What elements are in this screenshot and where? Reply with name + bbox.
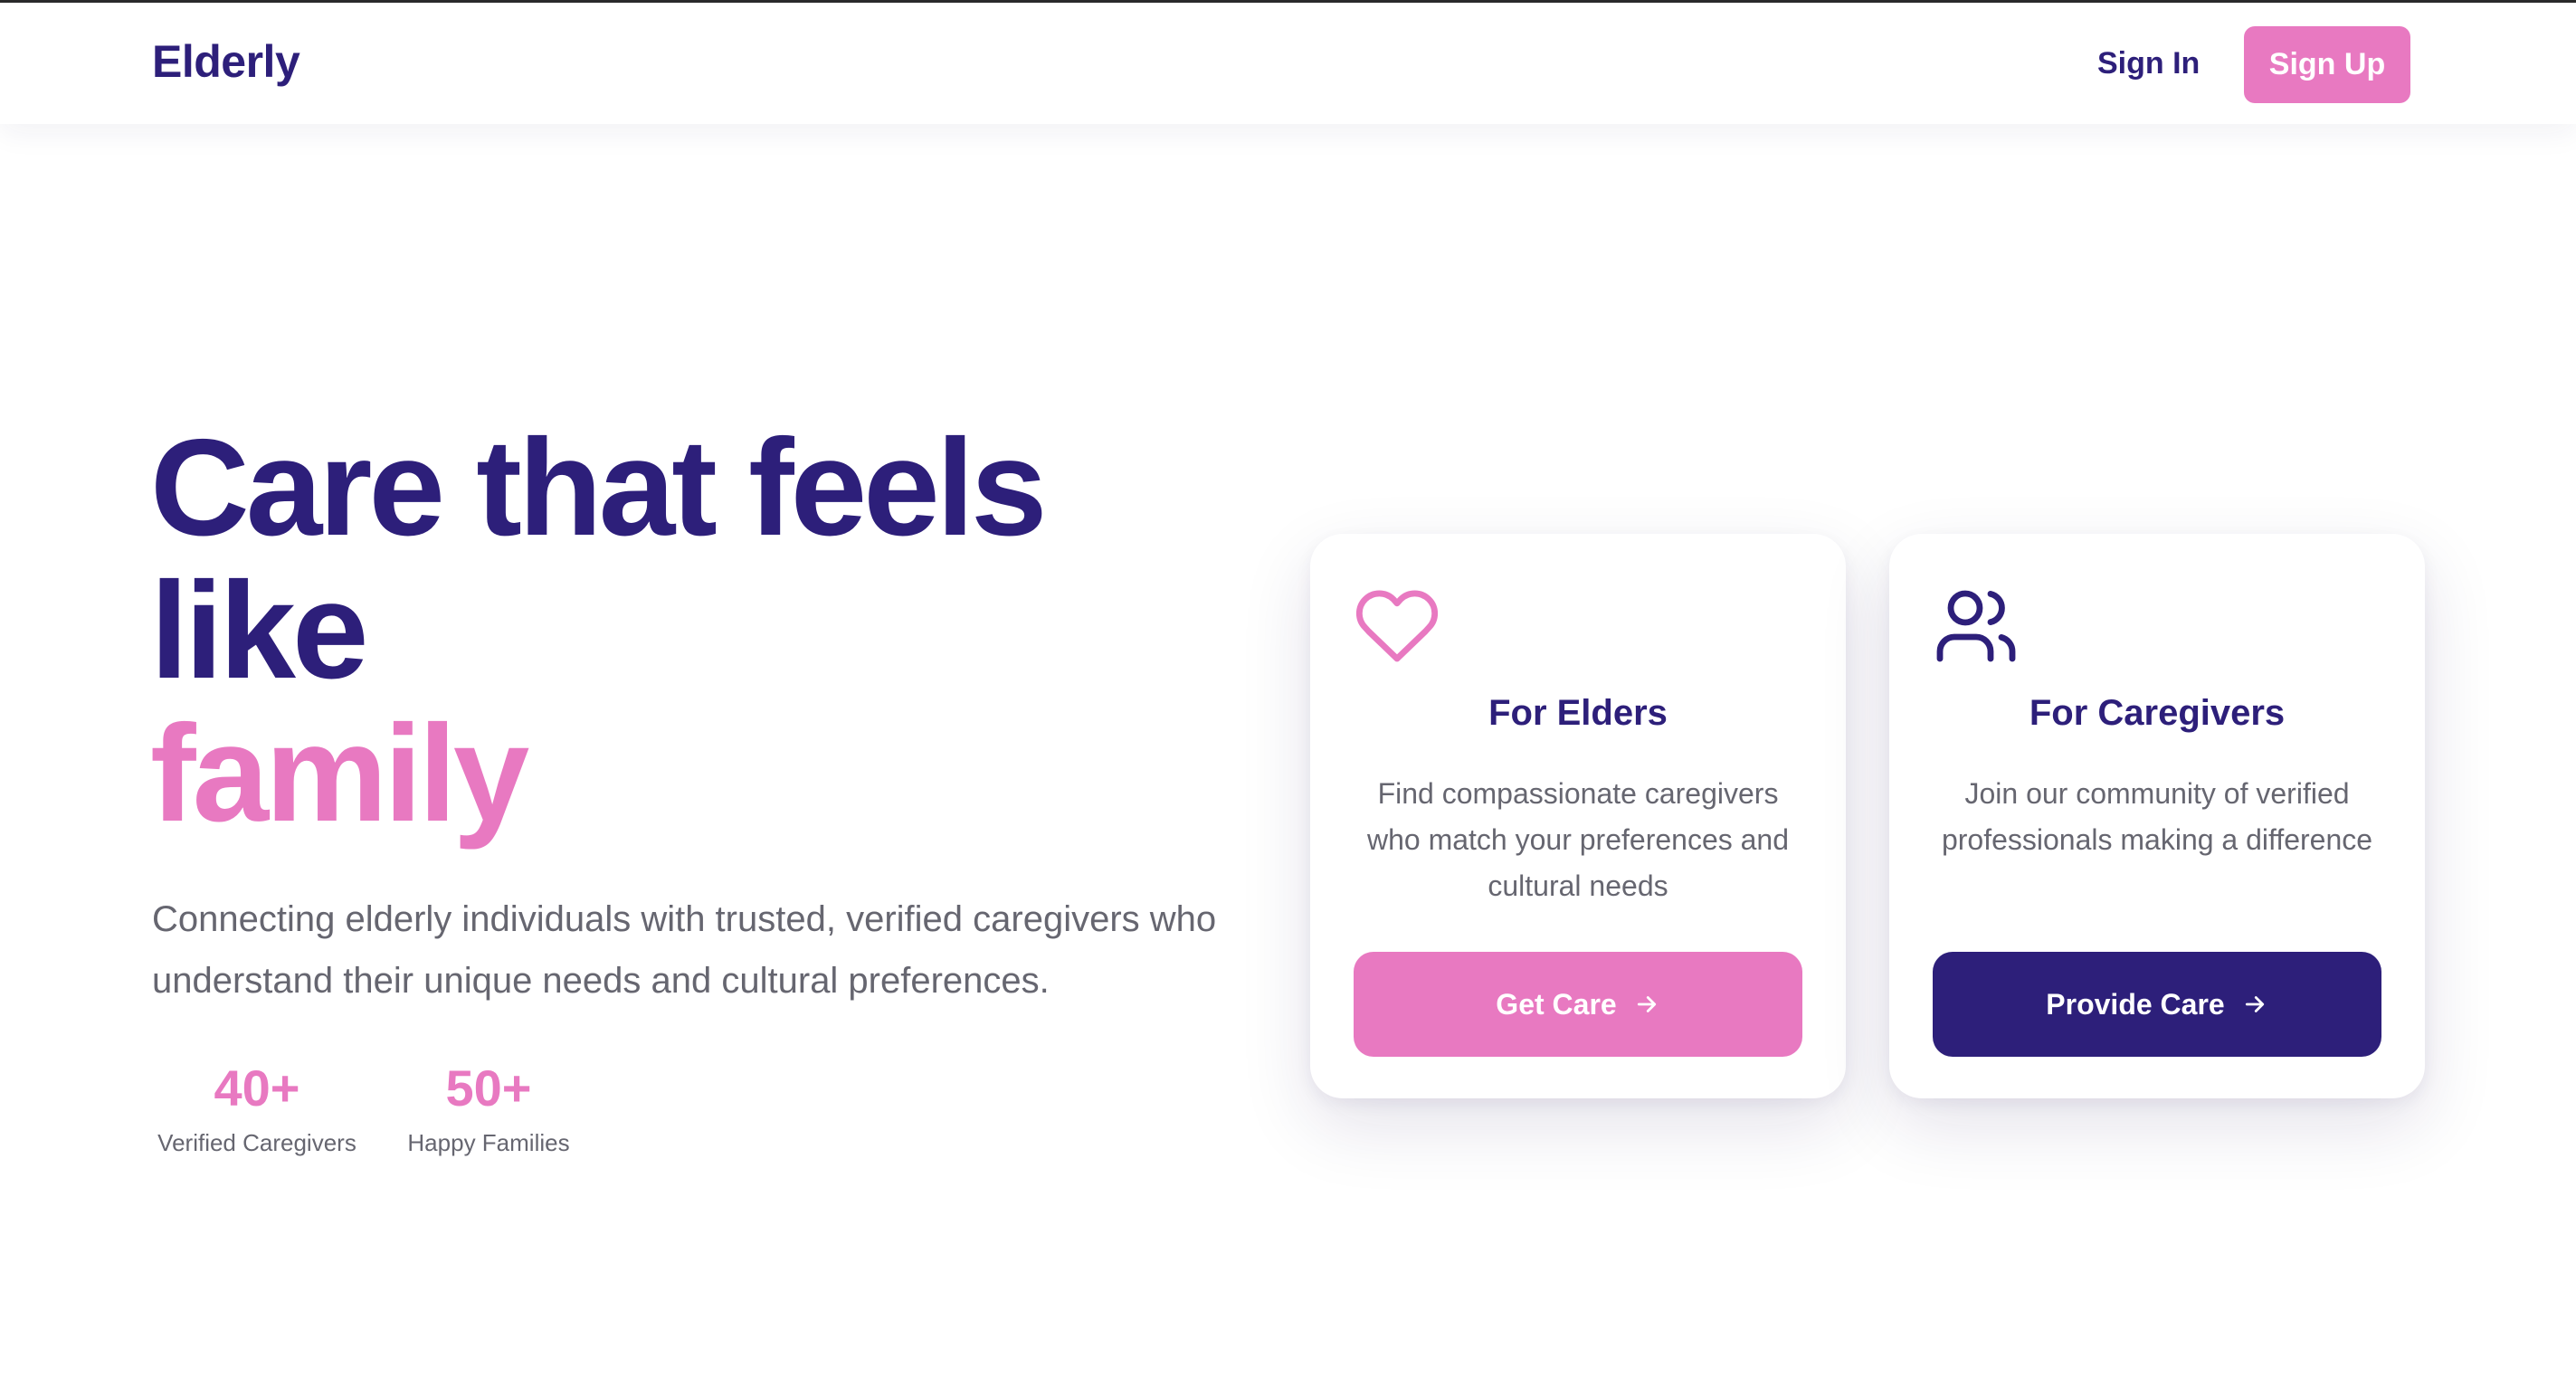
card-description: Find compassionate caregivers who match …	[1366, 777, 1790, 902]
hero-title-line-1: Care that feels	[150, 411, 1048, 565]
logo[interactable]: Elderly	[152, 35, 300, 88]
card-title: For Caregivers	[2029, 693, 2286, 733]
hero-title-line-2: like	[150, 554, 369, 708]
button-label: Get Care	[1496, 987, 1617, 1021]
arrow-right-icon	[2245, 996, 2264, 1012]
stat-verified-caregivers: 40+ Verified Caregivers	[152, 1057, 362, 1157]
card-title: For Elders	[1488, 693, 1668, 733]
card-description: Join our community of verified professio…	[1941, 777, 2373, 856]
stat-label: Happy Families	[407, 1129, 570, 1156]
sign-in-button[interactable]: Sign In	[2097, 46, 2200, 81]
heart-icon	[1356, 590, 1439, 662]
hero-title: Care that feels like family	[150, 416, 1326, 845]
stat-label: Verified Caregivers	[157, 1129, 356, 1156]
card-for-caregivers: For Caregivers Join our community of ver…	[1889, 534, 2425, 1098]
button-label: Provide Care	[2046, 987, 2225, 1021]
top-navbar: Elderly Sign In Sign Up	[0, 3, 2576, 124]
provide-care-button[interactable]: Provide Care	[1933, 952, 2381, 1057]
get-care-button[interactable]: Get Care	[1354, 952, 1802, 1057]
stat-value: 40+	[214, 1059, 300, 1116]
arrow-right-icon	[1637, 996, 1656, 1012]
sign-up-button[interactable]: Sign Up	[2244, 26, 2410, 103]
hero-title-accent: family	[150, 697, 529, 850]
users-icon	[1936, 590, 2016, 662]
stat-value: 50+	[445, 1059, 532, 1116]
card-for-elders: For Elders Find compassionate caregivers…	[1310, 534, 1846, 1098]
stat-happy-families: 50+ Happy Families	[404, 1057, 573, 1157]
hero-subtitle: Connecting elderly individuals with trus…	[152, 899, 1217, 1001]
